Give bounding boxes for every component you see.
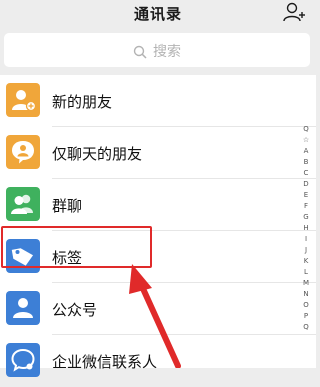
index-letter[interactable]: J — [300, 245, 312, 256]
index-letter[interactable]: L — [300, 267, 312, 278]
list-item-new-friends[interactable]: 新的朋友 — [0, 75, 316, 127]
add-friend-icon[interactable] — [282, 0, 306, 24]
index-letter[interactable]: P — [300, 311, 312, 322]
page-title: 通讯录 — [133, 5, 182, 23]
index-letter[interactable]: Q — [300, 124, 312, 135]
chat-only-friend-icon — [6, 135, 40, 169]
index-letter[interactable]: O — [300, 300, 312, 311]
enterprise-contact-icon — [6, 343, 40, 377]
index-letter[interactable]: D — [300, 179, 312, 190]
index-letter[interactable]: ☆ — [300, 135, 312, 146]
index-letter[interactable]: M — [300, 278, 312, 289]
index-letter[interactable]: E — [300, 190, 312, 201]
official-account-icon — [6, 291, 40, 325]
index-letter[interactable]: H — [300, 223, 312, 234]
group-chat-icon — [6, 187, 40, 221]
index-letter[interactable]: G — [300, 212, 312, 223]
pointer-arrow-icon — [129, 264, 181, 368]
list-item-label: 群聊 — [52, 197, 83, 215]
top-bar: 通讯录 — [0, 0, 316, 28]
list-item-label: 仅聊天的朋友 — [52, 145, 143, 163]
index-letter[interactable]: F — [300, 201, 312, 212]
list-item-label: 公众号 — [52, 301, 98, 319]
index-letter[interactable]: B — [300, 157, 312, 168]
list-item-label: 新的朋友 — [52, 93, 113, 111]
index-letter[interactable]: A — [300, 146, 312, 157]
index-letter[interactable]: I — [300, 234, 312, 245]
index-letter[interactable]: C — [300, 168, 312, 179]
new-friend-icon — [6, 83, 40, 117]
alphabet-index[interactable]: Q ☆ A B C D E F G H I J K L M N O P Q — [300, 124, 312, 333]
index-letter[interactable]: Q — [300, 322, 312, 333]
search-icon — [133, 45, 147, 59]
search-bar[interactable]: 搜索 — [4, 33, 310, 67]
list-item-chat-only-friends[interactable]: 仅聊天的朋友 — [0, 127, 316, 179]
index-letter[interactable]: K — [300, 256, 312, 267]
index-letter[interactable]: N — [300, 289, 312, 300]
list-item-group-chats[interactable]: 群聊 — [0, 179, 316, 231]
search-placeholder: 搜索 — [153, 44, 181, 60]
